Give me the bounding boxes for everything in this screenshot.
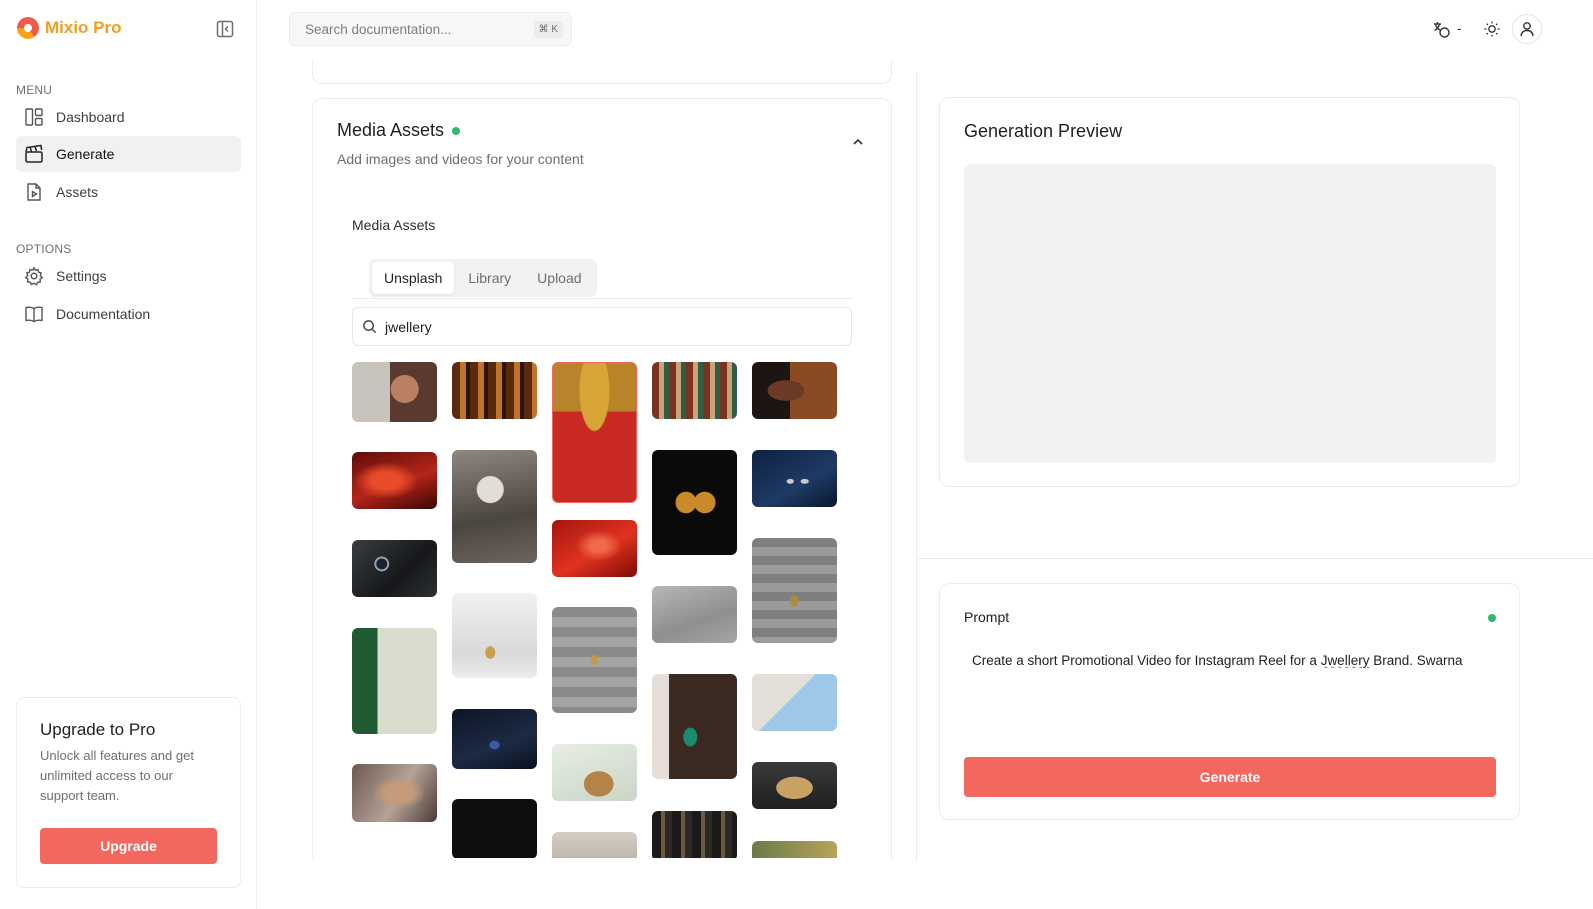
- sidebar-item-settings[interactable]: Settings: [16, 258, 241, 294]
- status-dot: [1488, 614, 1496, 622]
- prompt-text-end: Brand. Swarna: [1369, 653, 1463, 668]
- generate-button[interactable]: Generate: [964, 757, 1496, 797]
- image-thumbnail[interactable]: [352, 362, 437, 422]
- image-thumbnail[interactable]: [652, 811, 737, 858]
- image-thumbnail[interactable]: [652, 450, 737, 555]
- image-thumbnail[interactable]: [752, 362, 837, 419]
- image-thumbnail[interactable]: [452, 593, 537, 678]
- image-thumbnail[interactable]: [552, 832, 637, 858]
- search-icon: [363, 320, 377, 334]
- sidebar-collapse-icon[interactable]: [216, 20, 234, 38]
- media-assets-card: Media Assets Add images and videos for y…: [312, 98, 892, 858]
- sidebar-item-generate[interactable]: Generate: [16, 136, 241, 172]
- clapperboard-icon: [25, 144, 43, 163]
- prompt-textarea[interactable]: Create a short Promotional Video for Ins…: [972, 653, 1492, 668]
- options-heading: OPTIONS: [16, 242, 72, 256]
- tab-upload[interactable]: Upload: [525, 262, 593, 294]
- image-thumbnail[interactable]: [352, 628, 437, 734]
- sidebar-item-label: Documentation: [56, 306, 151, 322]
- sidebar-item-label: Dashboard: [56, 109, 125, 125]
- generation-preview-card: Generation Preview: [939, 97, 1520, 487]
- preview-placeholder: [964, 164, 1496, 463]
- status-dot: [452, 126, 461, 135]
- tab-library[interactable]: Library: [456, 262, 523, 294]
- theme-toggle-sun-icon[interactable]: [1477, 14, 1507, 44]
- image-thumbnail[interactable]: [352, 764, 437, 822]
- media-source-tabs: Unsplash Library Upload: [369, 259, 597, 297]
- image-thumbnail[interactable]: [552, 607, 637, 713]
- image-thumbnail[interactable]: [452, 799, 537, 858]
- sidebar-item-dashboard[interactable]: Dashboard: [16, 99, 241, 135]
- language-icon[interactable]: [1428, 14, 1454, 44]
- sidebar: Mixio Pro MENU Dashboard Generate Assets…: [0, 0, 257, 909]
- sidebar-item-label: Assets: [56, 184, 99, 200]
- image-thumbnail[interactable]: [752, 450, 837, 507]
- language-value: -: [1457, 20, 1462, 36]
- prompt-card: Prompt Create a short Promotional Video …: [939, 583, 1520, 820]
- chevron-up-icon[interactable]: [850, 134, 866, 150]
- image-thumbnail-selected[interactable]: [552, 362, 637, 503]
- image-search-input[interactable]: [385, 318, 851, 335]
- upgrade-title: Upgrade to Pro: [40, 720, 156, 739]
- gear-icon: [24, 266, 44, 286]
- brand-name: Mixio Pro: [45, 18, 122, 37]
- panel-divider: [916, 72, 917, 862]
- file-play-icon: [27, 183, 41, 201]
- image-thumbnail[interactable]: [652, 362, 737, 419]
- brand-logo-icon: [17, 17, 39, 39]
- brand[interactable]: Mixio Pro: [17, 17, 122, 39]
- generation-preview-title: Generation Preview: [964, 121, 1123, 141]
- upgrade-description: Unlock all features and get unlimited ac…: [40, 748, 194, 803]
- documentation-search[interactable]: Search documentation... ⌘ K: [289, 12, 572, 46]
- sidebar-item-label: Settings: [56, 268, 107, 284]
- media-assets-label: Media Assets: [352, 217, 436, 233]
- image-thumbnail[interactable]: [352, 540, 437, 597]
- image-thumbnail[interactable]: [752, 762, 837, 809]
- media-assets-title-text: Media Assets: [337, 120, 445, 140]
- tabs-divider: [352, 298, 852, 299]
- image-thumbnail[interactable]: [452, 450, 537, 563]
- image-thumbnail[interactable]: [752, 674, 837, 731]
- image-thumbnail[interactable]: [752, 841, 837, 858]
- book-icon: [25, 306, 43, 323]
- search-shortcut-badge: ⌘ K: [533, 20, 563, 38]
- upgrade-button[interactable]: Upgrade: [40, 828, 217, 864]
- upgrade-card: Upgrade to Pro Unlock all features and g…: [16, 697, 241, 888]
- prompt-label: Prompt: [964, 609, 1010, 625]
- section-divider: [917, 558, 1593, 559]
- image-thumbnail[interactable]: [752, 538, 837, 643]
- menu-heading: MENU: [16, 83, 53, 97]
- search-placeholder: Search documentation...: [305, 21, 452, 37]
- sidebar-item-assets[interactable]: Assets: [16, 174, 241, 210]
- previous-card-edge: [312, 60, 892, 84]
- image-thumbnail[interactable]: [452, 709, 537, 769]
- image-thumbnail[interactable]: [652, 586, 737, 643]
- sidebar-item-label: Generate: [56, 146, 115, 162]
- image-thumbnail[interactable]: [552, 744, 637, 801]
- prompt-text-misspelled: Jwellery: [1320, 653, 1370, 668]
- user-avatar-icon[interactable]: [1512, 14, 1542, 44]
- media-assets-title: Media Assets: [337, 120, 461, 141]
- image-thumbnail[interactable]: [652, 674, 737, 779]
- sidebar-item-documentation[interactable]: Documentation: [16, 296, 241, 332]
- dashboard-icon: [25, 108, 43, 126]
- image-search-box: [352, 307, 852, 346]
- media-assets-subtitle: Add images and videos for your content: [337, 151, 584, 167]
- prompt-text-start: Create a short Promotional Video for Ins…: [972, 653, 1321, 668]
- tab-unsplash[interactable]: Unsplash: [372, 262, 455, 294]
- image-thumbnail[interactable]: [352, 452, 437, 509]
- image-thumbnail[interactable]: [452, 362, 537, 419]
- image-thumbnail[interactable]: [552, 520, 637, 577]
